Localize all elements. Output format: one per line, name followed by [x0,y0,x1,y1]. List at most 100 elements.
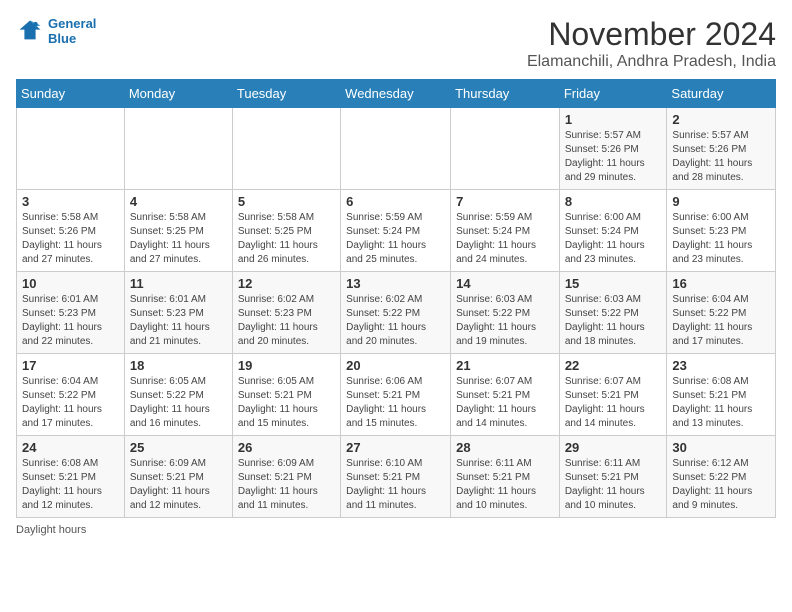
calendar-cell: 29 Sunrise: 6:11 AM Sunset: 5:21 PM Dayli… [559,436,667,518]
day-info: Sunrise: 6:08 AM Sunset: 5:21 PM Dayligh… [22,457,119,513]
day-number: 26 [238,440,335,455]
calendar-cell: 16 Sunrise: 6:04 AM Sunset: 5:22 PM Dayli… [667,272,776,354]
day-info: Sunrise: 5:58 AM Sunset: 5:25 PM Dayligh… [238,211,335,267]
day-info: Sunrise: 5:57 AM Sunset: 5:26 PM Dayligh… [565,129,662,185]
calendar-cell: 21 Sunrise: 6:07 AM Sunset: 5:21 PM Dayli… [451,354,560,436]
day-info: Sunrise: 6:00 AM Sunset: 5:24 PM Dayligh… [565,211,662,267]
day-info: Sunrise: 6:09 AM Sunset: 5:21 PM Dayligh… [238,457,335,513]
day-number: 24 [22,440,119,455]
location-title: Elamanchili, Andhra Pradesh, India [527,53,776,71]
day-info: Sunrise: 6:04 AM Sunset: 5:22 PM Dayligh… [672,293,770,349]
calendar-cell: 25 Sunrise: 6:09 AM Sunset: 5:21 PM Dayli… [124,436,232,518]
day-info: Sunrise: 6:10 AM Sunset: 5:21 PM Dayligh… [346,457,445,513]
calendar-cell: 27 Sunrise: 6:10 AM Sunset: 5:21 PM Dayli… [341,436,451,518]
calendar-cell: 1 Sunrise: 5:57 AM Sunset: 5:26 PM Daylig… [559,108,667,190]
logo: General Blue [16,16,96,46]
day-number: 27 [346,440,445,455]
calendar-cell [341,108,451,190]
day-number: 17 [22,358,119,373]
day-info: Sunrise: 6:06 AM Sunset: 5:21 PM Dayligh… [346,375,445,431]
day-number: 8 [565,194,662,209]
day-info: Sunrise: 6:05 AM Sunset: 5:22 PM Dayligh… [130,375,227,431]
day-info: Sunrise: 6:04 AM Sunset: 5:22 PM Dayligh… [22,375,119,431]
weekday-header-tuesday: Tuesday [232,80,340,108]
weekday-header-saturday: Saturday [667,80,776,108]
calendar-cell [124,108,232,190]
day-number: 15 [565,276,662,291]
calendar-cell: 9 Sunrise: 6:00 AM Sunset: 5:23 PM Daylig… [667,190,776,272]
day-info: Sunrise: 5:57 AM Sunset: 5:26 PM Dayligh… [672,129,770,185]
day-number: 5 [238,194,335,209]
calendar-cell: 17 Sunrise: 6:04 AM Sunset: 5:22 PM Dayli… [17,354,125,436]
day-number: 19 [238,358,335,373]
day-info: Sunrise: 6:02 AM Sunset: 5:22 PM Dayligh… [346,293,445,349]
month-title: November 2024 [527,16,776,53]
day-info: Sunrise: 5:59 AM Sunset: 5:24 PM Dayligh… [456,211,554,267]
day-number: 7 [456,194,554,209]
calendar-cell: 13Sunrise: 6:02 AM Sunset: 5:22 PM Dayli… [341,272,451,354]
day-info: Sunrise: 6:07 AM Sunset: 5:21 PM Dayligh… [565,375,662,431]
calendar-cell: 24 Sunrise: 6:08 AM Sunset: 5:21 PM Dayli… [17,436,125,518]
calendar-cell: 6 Sunrise: 5:59 AM Sunset: 5:24 PM Daylig… [341,190,451,272]
weekday-header-thursday: Thursday [451,80,560,108]
day-number: 14 [456,276,554,291]
day-info: Sunrise: 6:00 AM Sunset: 5:23 PM Dayligh… [672,211,770,267]
day-info: Sunrise: 6:01 AM Sunset: 5:23 PM Dayligh… [130,293,227,349]
calendar-cell: 4Sunrise: 5:58 AM Sunset: 5:25 PM Daylig… [124,190,232,272]
day-number: 9 [672,194,770,209]
calendar-cell: 11 Sunrise: 6:01 AM Sunset: 5:23 PM Dayli… [124,272,232,354]
day-number: 20 [346,358,445,373]
footer-note: Daylight hours [16,524,776,536]
day-info: Sunrise: 6:05 AM Sunset: 5:21 PM Dayligh… [238,375,335,431]
weekday-header-sunday: Sunday [17,80,125,108]
calendar-cell: 18Sunrise: 6:05 AM Sunset: 5:22 PM Dayli… [124,354,232,436]
header: General Blue November 2024 Elamanchili, … [16,16,776,71]
day-info: Sunrise: 6:03 AM Sunset: 5:22 PM Dayligh… [456,293,554,349]
day-number: 3 [22,194,119,209]
day-info: Sunrise: 6:01 AM Sunset: 5:23 PM Dayligh… [22,293,119,349]
calendar-cell: 22 Sunrise: 6:07 AM Sunset: 5:21 PM Dayli… [559,354,667,436]
day-number: 6 [346,194,445,209]
day-number: 11 [130,276,227,291]
calendar-cell: 12 Sunrise: 6:02 AM Sunset: 5:23 PM Dayli… [232,272,340,354]
calendar-cell: 26 Sunrise: 6:09 AM Sunset: 5:21 PM Dayli… [232,436,340,518]
day-number: 30 [672,440,770,455]
day-info: Sunrise: 6:09 AM Sunset: 5:21 PM Dayligh… [130,457,227,513]
calendar-cell: 8 Sunrise: 6:00 AM Sunset: 5:24 PM Daylig… [559,190,667,272]
weekday-header-wednesday: Wednesday [341,80,451,108]
day-info: Sunrise: 5:59 AM Sunset: 5:24 PM Dayligh… [346,211,445,267]
day-info: Sunrise: 6:12 AM Sunset: 5:22 PM Dayligh… [672,457,770,513]
day-number: 1 [565,112,662,127]
calendar-cell: 23Sunrise: 6:08 AM Sunset: 5:21 PM Dayli… [667,354,776,436]
calendar-cell: 15 Sunrise: 6:03 AM Sunset: 5:22 PM Dayli… [559,272,667,354]
day-info: Sunrise: 6:03 AM Sunset: 5:22 PM Dayligh… [565,293,662,349]
day-info: Sunrise: 6:07 AM Sunset: 5:21 PM Dayligh… [456,375,554,431]
day-number: 22 [565,358,662,373]
logo-text: General Blue [48,16,96,46]
day-info: Sunrise: 6:02 AM Sunset: 5:23 PM Dayligh… [238,293,335,349]
day-number: 2 [672,112,770,127]
calendar-cell: 20 Sunrise: 6:06 AM Sunset: 5:21 PM Dayli… [341,354,451,436]
calendar-table: SundayMondayTuesdayWednesdayThursdayFrid… [16,79,776,518]
day-number: 25 [130,440,227,455]
calendar-cell: 2 Sunrise: 5:57 AM Sunset: 5:26 PM Daylig… [667,108,776,190]
calendar-cell: 28Sunrise: 6:11 AM Sunset: 5:21 PM Dayli… [451,436,560,518]
day-number: 4 [130,194,227,209]
calendar-cell: 10Sunrise: 6:01 AM Sunset: 5:23 PM Dayli… [17,272,125,354]
day-number: 23 [672,358,770,373]
calendar-cell [17,108,125,190]
calendar-cell: 5 Sunrise: 5:58 AM Sunset: 5:25 PM Daylig… [232,190,340,272]
weekday-header-friday: Friday [559,80,667,108]
title-area: November 2024 Elamanchili, Andhra Prades… [527,16,776,71]
day-number: 21 [456,358,554,373]
day-info: Sunrise: 6:11 AM Sunset: 5:21 PM Dayligh… [565,457,662,513]
day-number: 12 [238,276,335,291]
day-number: 16 [672,276,770,291]
day-number: 29 [565,440,662,455]
weekday-header-monday: Monday [124,80,232,108]
calendar-cell: 30 Sunrise: 6:12 AM Sunset: 5:22 PM Dayli… [667,436,776,518]
calendar-cell: 7 Sunrise: 5:59 AM Sunset: 5:24 PM Daylig… [451,190,560,272]
calendar-cell [232,108,340,190]
calendar-cell: 14 Sunrise: 6:03 AM Sunset: 5:22 PM Dayli… [451,272,560,354]
calendar-cell: 19 Sunrise: 6:05 AM Sunset: 5:21 PM Dayli… [232,354,340,436]
